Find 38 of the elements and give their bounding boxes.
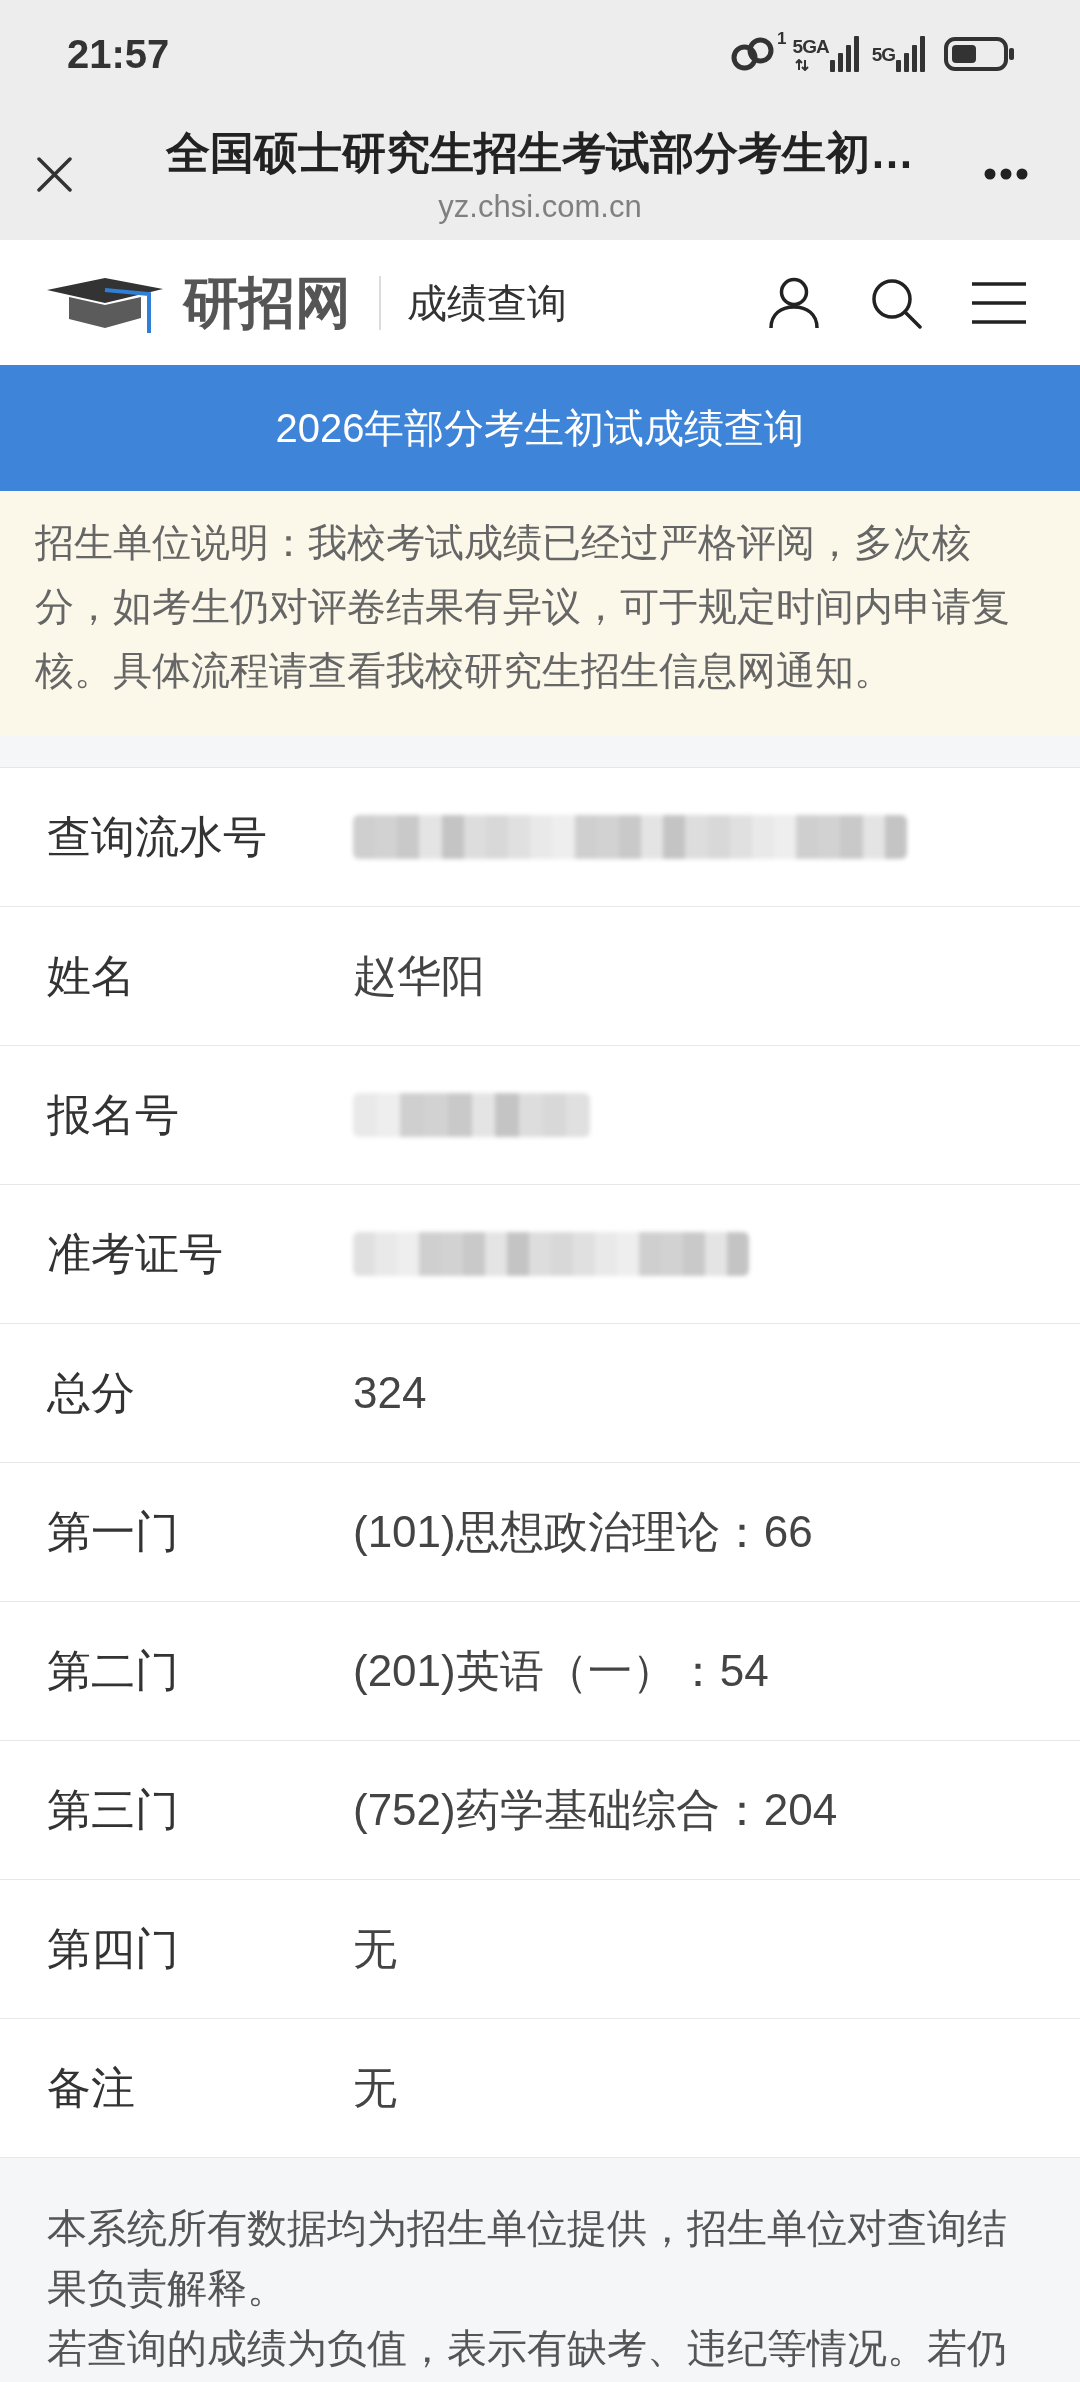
user-icon[interactable] bbox=[768, 276, 820, 329]
field-value: 324 bbox=[353, 1371, 427, 1415]
network-type: 5GA bbox=[792, 37, 829, 56]
battery-icon bbox=[944, 37, 1016, 71]
menu-icon[interactable] bbox=[972, 281, 1026, 324]
field-value: (101)思想政治理论：66 bbox=[353, 1510, 813, 1554]
site-logo[interactable]: 研招网 bbox=[183, 274, 351, 331]
close-icon[interactable] bbox=[37, 157, 72, 192]
field-value: (752)药学基础综合：204 bbox=[353, 1788, 838, 1832]
linked-rings-icon bbox=[731, 37, 776, 71]
search-icon[interactable] bbox=[870, 276, 922, 329]
field-label: 报名号 bbox=[47, 1090, 179, 1139]
field-label: 姓名 bbox=[47, 951, 135, 1000]
footer-note: 本系统所有数据均为招生单位提供，招生单位对查询结果负责解释。 bbox=[47, 2205, 1008, 2312]
notice-text: 招生单位说明：我校考试成绩已经过严格评阅，多次核分，如考生仍对评卷结果有异议，可于规定时间内申请复核。具体流程请查看我校研究生招生信息网通知。 bbox=[35, 520, 1011, 694]
field-label: 备注 bbox=[47, 2063, 135, 2112]
field-label: 第一门 bbox=[47, 1507, 179, 1556]
field-label: 第二门 bbox=[47, 1646, 179, 1695]
sim-number: 1 bbox=[777, 30, 787, 47]
field-value: 赵华阳 bbox=[353, 954, 485, 998]
signal-bars-icon bbox=[829, 36, 860, 72]
section-title: 成绩查询 bbox=[407, 282, 567, 323]
footer-note: 若查询的成绩为负值，表示有缺考、违纪等情况。若仍 bbox=[47, 2325, 1008, 2372]
network-type: 5G bbox=[871, 44, 895, 64]
field-label: 第四门 bbox=[47, 1924, 179, 1973]
more-icon[interactable] bbox=[984, 168, 1028, 180]
field-value: (201)英语（一）：54 bbox=[353, 1649, 769, 1693]
banner-title: 2026年部分考生初试成绩查询 bbox=[275, 408, 805, 448]
page-title: 全国硕士研究生招生考试部分考生初… bbox=[166, 127, 914, 179]
page-url: yz.chsi.com.cn bbox=[438, 188, 642, 226]
field-value: 无 bbox=[353, 1927, 397, 1971]
field-label: 准考证号 bbox=[47, 1229, 223, 1278]
field-label: 第三门 bbox=[47, 1785, 179, 1834]
field-value: 无 bbox=[353, 2066, 397, 2110]
field-label: 查询流水号 bbox=[47, 812, 267, 861]
signal-bars-icon bbox=[896, 36, 926, 72]
status-time: 21:57 bbox=[67, 34, 170, 74]
field-label: 总分 bbox=[47, 1368, 135, 1417]
